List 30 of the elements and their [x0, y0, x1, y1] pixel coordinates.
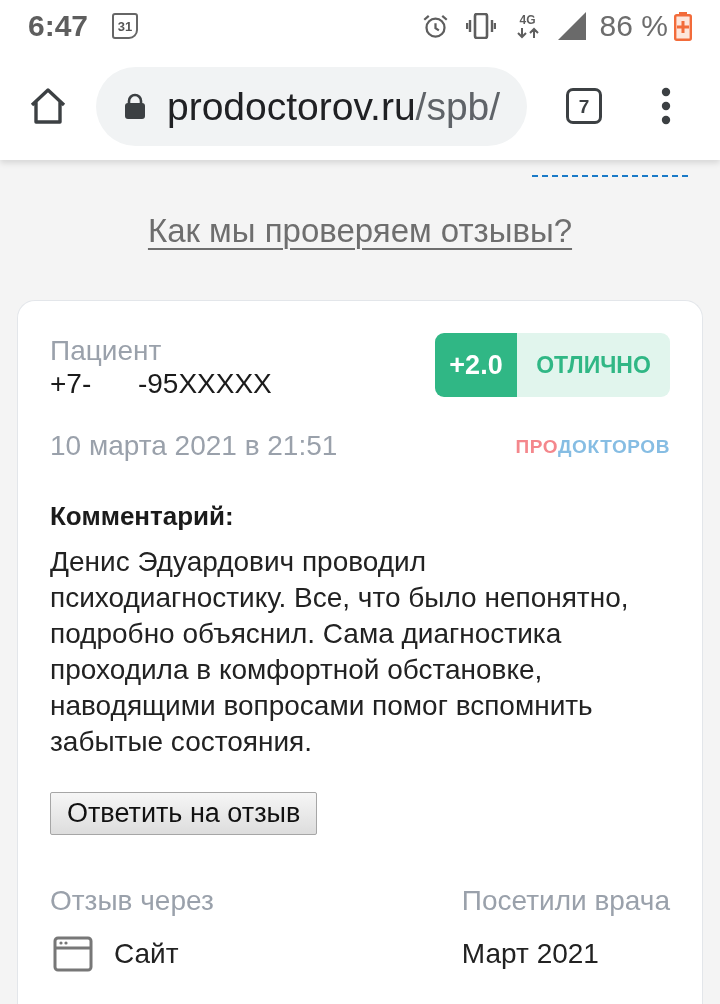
author-phone: +7- -95XXXXX — [50, 367, 272, 401]
home-icon[interactable] — [29, 87, 67, 125]
data-arrows-icon — [515, 26, 540, 39]
battery-percent: 86 % — [599, 11, 668, 41]
status-time: 6:47 — [28, 11, 89, 41]
tab-switcher-button[interactable]: 7 — [566, 88, 602, 124]
battery-icon — [674, 11, 692, 41]
signal-icon — [557, 12, 586, 40]
detail-value: Сайт — [114, 938, 179, 970]
address-bar[interactable]: prodoctorov.ru/spb/ — [96, 66, 527, 146]
detail-label: Отзыв через — [50, 885, 214, 917]
alarm-clock-icon — [421, 12, 449, 40]
calendar-notification: 31 — [112, 13, 139, 39]
comment-text: Денис Эдуардович проводил психодиагностику. Все, что было непонятно, подробно объяснил. Сама диагностика проходила в комфортной обстановке, наводящими вопросами помог вспомнить забытые состояния. — [50, 545, 630, 759]
review-check-link[interactable]: Как мы проверяем отзывы? — [147, 212, 573, 250]
browser-window-icon — [53, 936, 93, 972]
vibrate-icon — [465, 13, 496, 39]
lock-icon — [124, 93, 146, 119]
review-date: 10 марта 2021 в 21:51 — [50, 430, 338, 462]
comment-heading: Комментарий: — [50, 500, 234, 532]
network-type: 4G — [519, 13, 536, 26]
menu-icon[interactable] — [661, 87, 671, 125]
detail-label: Посетили врача — [461, 885, 670, 917]
detail-value: Март 2021 — [461, 938, 599, 970]
rating-score: +2.0 — [435, 333, 517, 397]
reply-button[interactable]: Ответить на отзыв — [50, 792, 318, 835]
rating-verdict: ОТЛИЧНО — [517, 333, 670, 397]
brand-logo: ПРОДОКТОРОВ — [515, 436, 670, 456]
url-text[interactable]: prodoctorov.ru/spb/ — [167, 86, 501, 126]
author-label: Пациент — [50, 335, 163, 367]
